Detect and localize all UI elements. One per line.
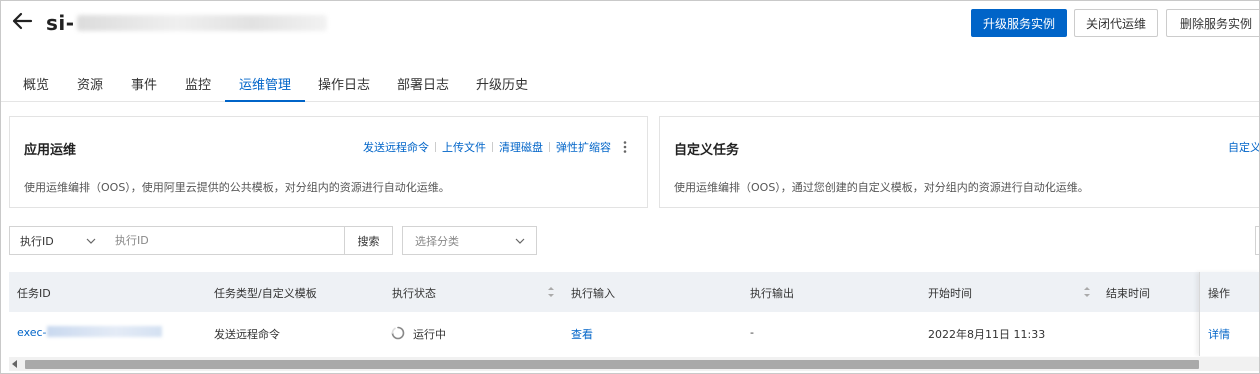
custom-task-description: 使用运维编排（OOS），通过您创建的自定义模板，对分组内的资源进行自动化运维。 [674,181,1089,194]
custom-task-title: 自定义任务 [674,143,740,158]
send-remote-command-link[interactable]: 发送远程命令 [363,139,429,155]
details-link[interactable]: 详情 [1208,326,1230,342]
app-ops-title: 应用运维 [24,143,77,158]
search-button[interactable]: 搜索 [344,226,393,255]
clean-disk-link[interactable]: 清理磁盘 [499,139,543,155]
app-ops-card: 应用运维 发送远程命令 上传文件 清理磁盘 弹性扩缩容 使用运维编排（OOS），… [9,116,648,208]
more-vertical-icon[interactable] [619,140,631,154]
search-input[interactable] [115,234,344,247]
operation-body-cell: 详情 [1200,312,1259,356]
divider [549,142,550,152]
column-header-input: 执行输入 [571,287,615,300]
task-type-cell: 发送远程命令 [214,328,280,341]
column-header-status: 执行状态 [392,287,436,300]
active-tab-indicator [225,100,305,102]
start-time-cell: 2022年8月11日 11:33 [928,328,1046,341]
custom-task-card: 自定义任务 自定义 使用运维编排（OOS），通过您创建的自定义模板，对分组内的资… [659,116,1259,208]
tab-upgrade-history[interactable]: 升级历史 [476,74,528,93]
status-cell: 运行中 [413,328,446,341]
tab-deploy-log[interactable]: 部署日志 [397,74,449,93]
scrollbar-thumb[interactable] [25,360,1199,369]
table-row: exec- 发送远程命令 运行中 查看 - 2022年8月11日 11:33 [9,312,1259,356]
filter-field-value: 执行ID [20,234,54,248]
task-id-redacted [46,326,162,337]
task-id-cell[interactable]: exec- [17,326,162,339]
task-id-prefix[interactable]: exec- [17,326,47,339]
horizontal-scrollbar[interactable] [9,357,1259,371]
filter-field-select[interactable]: 执行ID [9,226,108,255]
app-ops-actions: 发送远程命令 上传文件 清理磁盘 弹性扩缩容 [363,139,631,155]
divider [435,142,436,152]
instance-id-prefix: si- [46,11,75,35]
upgrade-instance-button[interactable]: 升级服务实例 [971,9,1067,37]
divider [492,142,493,152]
operation-column: 操作 详情 [1199,272,1259,356]
column-header-task-id: 任务ID [17,287,51,300]
execution-id-search-field[interactable] [107,226,345,255]
tab-ops-management[interactable]: 运维管理 [239,74,291,93]
chevron-down-icon [515,238,525,244]
column-header-end-time: 结束时间 [1106,287,1150,300]
elastic-scaling-link[interactable]: 弹性扩缩容 [556,139,611,155]
operation-header-cell: 操作 [1200,272,1259,312]
upload-file-link[interactable]: 上传文件 [442,139,486,155]
tab-operation-log[interactable]: 操作日志 [318,74,370,93]
sort-icon[interactable] [547,285,555,299]
scroll-left-icon[interactable] [11,360,19,368]
category-select[interactable]: 选择分类 [402,226,537,255]
tab-overview[interactable]: 概览 [23,74,49,93]
loading-spinner-icon [391,326,405,340]
table-header: 任务ID 任务类型/自定义模板 执行状态 执行输入 执行输出 开始时间 结束时间 [9,272,1259,312]
custom-task-link[interactable]: 自定义 [1228,139,1259,155]
delete-instance-button[interactable]: 删除服务实例 [1166,9,1259,37]
column-header-output: 执行输出 [750,287,794,300]
chevron-down-icon [86,238,96,244]
page-title: si- [46,11,327,35]
column-header-task-type: 任务类型/自定义模板 [214,287,317,300]
view-input-link[interactable]: 查看 [571,326,593,342]
output-cell: - [750,326,754,339]
task-table: 任务ID 任务类型/自定义模板 执行状态 执行输入 执行输出 开始时间 结束时间… [9,272,1259,356]
tab-resources[interactable]: 资源 [77,74,103,93]
close-ops-button[interactable]: 关闭代运维 [1074,9,1158,37]
tab-bar: 概览 资源 事件 监控 运维管理 操作日志 部署日志 升级历史 [1,59,1259,102]
page-frame: si- 升级服务实例 关闭代运维 删除服务实例 概览 资源 事件 监控 运维管理… [0,0,1260,374]
refresh-button-partial[interactable] [1255,226,1259,255]
sort-icon[interactable] [1083,285,1091,299]
column-header-action: 操作 [1208,287,1230,300]
app-ops-description: 使用运维编排（OOS），使用阿里云提供的公共模板，对分组内的资源进行自动化运维。 [24,181,450,194]
page-header: si- 升级服务实例 关闭代运维 删除服务实例 [1,1,1259,49]
tab-monitoring[interactable]: 监控 [185,74,211,93]
arrow-left-icon[interactable] [11,10,33,32]
instance-id-redacted [76,15,327,31]
tab-events[interactable]: 事件 [131,74,157,93]
category-placeholder: 选择分类 [415,234,459,248]
column-header-start-time: 开始时间 [928,287,972,300]
